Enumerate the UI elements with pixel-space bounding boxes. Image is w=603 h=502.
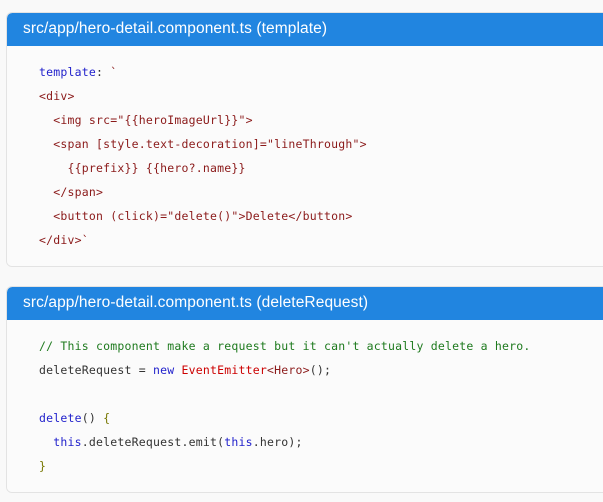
code-panel-template: src/app/hero-detail.component.ts (templa… bbox=[6, 12, 603, 267]
code-block-delete-request[interactable]: // This component make a request but it … bbox=[7, 334, 603, 478]
code-block-template[interactable]: template: ` <div> <img src="{{heroImageU… bbox=[7, 60, 603, 252]
panel-body-delete-request: // This component make a request but it … bbox=[7, 319, 603, 492]
panel-header-delete-request: src/app/hero-detail.component.ts (delete… bbox=[7, 287, 603, 320]
panel-header-template: src/app/hero-detail.component.ts (templa… bbox=[7, 13, 603, 46]
code-panel-delete-request: src/app/hero-detail.component.ts (delete… bbox=[6, 286, 603, 493]
page-root: src/app/hero-detail.component.ts (templa… bbox=[0, 0, 603, 502]
panel-body-template: template: ` <div> <img src="{{heroImageU… bbox=[7, 45, 603, 266]
